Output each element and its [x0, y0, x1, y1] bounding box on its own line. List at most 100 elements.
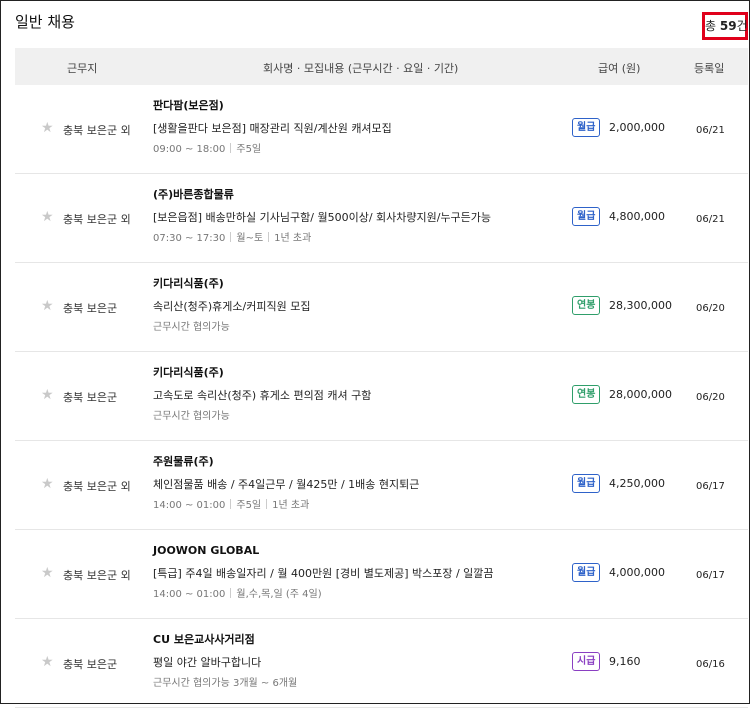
condition-item: 14:00 ~ 01:00 — [153, 500, 226, 511]
job-conditions: 09:00 ~ 18:00 주5일 — [153, 141, 573, 159]
job-description[interactable]: 체인점물품 배송 / 주4일근무 / 월425만 / 1배송 현지퇴근 — [153, 475, 573, 495]
job-list: ★ 충북 보은군 외 판다팜(보은점) [생활을판다 보은점] 매장관리 직원/… — [15, 85, 748, 708]
total-prefix: 총 — [705, 19, 720, 33]
job-conditions: 근무시간 협의가능 — [153, 408, 573, 426]
job-info: (주)바른종합물류 [보은읍점] 배송만하실 기사님구함/ 월500이상/ 회사… — [153, 186, 573, 248]
job-location: 충북 보은군 외 — [63, 480, 131, 493]
pay-amount: 28,000,000 — [609, 388, 672, 401]
job-info: 키다리식품(주) 속리산(청주)휴게소/커피직원 모집 근무시간 협의가능 — [153, 275, 573, 337]
star-icon[interactable]: ★ — [41, 120, 54, 136]
job-conditions: 14:00 ~ 01:00 주5일 1년 초과 — [153, 497, 573, 515]
condition-item: 1년 초과 — [272, 500, 310, 511]
star-icon[interactable]: ★ — [41, 565, 54, 581]
job-location: 충북 보은군 — [63, 391, 118, 404]
pay-type-badge: 월급 — [572, 563, 601, 582]
register-date: 06/17 — [696, 570, 725, 581]
job-conditions: 07:30 ~ 17:30 월~토 1년 초과 — [153, 230, 573, 248]
condition-item: 근무시간 협의가능 — [153, 411, 230, 422]
job-description[interactable]: 평일 야간 알바구합니다 — [153, 653, 573, 673]
job-info: 키다리식품(주) 고속도로 속리산(청주) 휴게소 편의점 캐셔 구함 근무시간… — [153, 364, 573, 426]
condition-item: 주5일 — [236, 500, 262, 511]
pay-type-badge: 시급 — [572, 652, 601, 671]
register-date: 06/16 — [696, 659, 725, 670]
condition-item: 월,수,목,일 (주 4일) — [236, 589, 322, 600]
column-header-location: 근무지 — [67, 62, 98, 75]
pay-amount: 4,250,000 — [609, 477, 665, 490]
company-name[interactable]: (주)바른종합물류 — [153, 186, 573, 204]
column-header-date: 등록일 — [694, 62, 725, 75]
job-conditions: 근무시간 협의가능 — [153, 319, 573, 337]
pay-type-badge: 연봉 — [572, 385, 601, 404]
job-description[interactable]: [보은읍점] 배송만하실 기사님구함/ 월500이상/ 회사차량지원/누구든가능 — [153, 208, 573, 228]
company-name[interactable]: JOOWON GLOBAL — [153, 542, 573, 560]
company-name[interactable]: 키다리식품(주) — [153, 275, 573, 293]
condition-separator — [230, 232, 232, 242]
condition-separator — [268, 232, 270, 242]
page-frame: 일반 채용 총 59건 근무지 회사명 · 모집내용 (근무시간 · 요일 · … — [0, 0, 750, 708]
register-date: 06/17 — [696, 481, 725, 492]
job-row[interactable]: ★ 충북 보은군 외 판다팜(보은점) [생활을판다 보은점] 매장관리 직원/… — [15, 85, 748, 174]
condition-item: 14:00 ~ 01:00 — [153, 589, 226, 600]
job-location: 충북 보은군 — [63, 658, 118, 671]
job-conditions: 14:00 ~ 01:00 월,수,목,일 (주 4일) — [153, 586, 573, 604]
job-info: 판다팜(보은점) [생활을판다 보은점] 매장관리 직원/계산원 캐셔모집 09… — [153, 97, 573, 159]
job-description[interactable]: [특급] 주4일 배송일자리 / 월 400만원 [경비 별도제공] 박스포장 … — [153, 564, 573, 584]
star-icon[interactable]: ★ — [41, 298, 54, 314]
company-name[interactable]: 주원물류(주) — [153, 453, 573, 471]
condition-item: 근무시간 협의가능 3개월 ~ 6개월 — [153, 678, 298, 689]
company-name[interactable]: 판다팜(보은점) — [153, 97, 573, 115]
register-date: 06/21 — [696, 125, 725, 136]
condition-item: 근무시간 협의가능 — [153, 322, 230, 333]
company-name[interactable]: CU 보은교사사거리점 — [153, 631, 573, 649]
pay-type-badge: 월급 — [572, 474, 601, 493]
star-icon[interactable]: ★ — [41, 209, 54, 225]
condition-separator — [266, 499, 268, 509]
job-row[interactable]: ★ 충북 보은군 외 JOOWON GLOBAL [특급] 주4일 배송일자리 … — [15, 530, 748, 619]
job-location: 충북 보은군 — [63, 302, 118, 315]
register-date: 06/20 — [696, 303, 725, 314]
section-title: 일반 채용 — [15, 13, 75, 31]
job-description[interactable]: 고속도로 속리산(청주) 휴게소 편의점 캐셔 구함 — [153, 386, 573, 406]
condition-item: 1년 초과 — [274, 233, 312, 244]
pay-amount: 2,000,000 — [609, 121, 665, 134]
condition-item: 07:30 ~ 17:30 — [153, 233, 226, 244]
total-count: 59 — [719, 19, 737, 33]
job-location: 충북 보은군 외 — [63, 124, 131, 137]
star-icon[interactable]: ★ — [41, 476, 54, 492]
job-row[interactable]: ★ 충북 보은군 키다리식품(주) 고속도로 속리산(청주) 휴게소 편의점 캐… — [15, 352, 748, 441]
pay-amount: 4,000,000 — [609, 566, 665, 579]
pay-amount: 28,300,000 — [609, 299, 672, 312]
job-description[interactable]: [생활을판다 보은점] 매장관리 직원/계산원 캐셔모집 — [153, 119, 573, 139]
pay-type-badge: 월급 — [572, 118, 601, 137]
pay-amount: 9,160 — [609, 655, 641, 668]
total-suffix: 건 — [736, 19, 748, 33]
job-row[interactable]: ★ 충북 보은군 CU 보은교사사거리점 평일 야간 알바구합니다 근무시간 협… — [15, 619, 748, 708]
section-header: 일반 채용 총 59건 — [1, 1, 750, 48]
job-location: 충북 보은군 외 — [63, 569, 131, 582]
job-conditions: 근무시간 협의가능 3개월 ~ 6개월 — [153, 675, 573, 693]
star-icon[interactable]: ★ — [41, 654, 54, 670]
condition-item: 09:00 ~ 18:00 — [153, 144, 226, 155]
job-info: 주원물류(주) 체인점물품 배송 / 주4일근무 / 월425만 / 1배송 현… — [153, 453, 573, 515]
job-location: 충북 보은군 외 — [63, 213, 131, 226]
job-row[interactable]: ★ 충북 보은군 키다리식품(주) 속리산(청주)휴게소/커피직원 모집 근무시… — [15, 263, 748, 352]
job-info: JOOWON GLOBAL [특급] 주4일 배송일자리 / 월 400만원 [… — [153, 542, 573, 604]
job-description[interactable]: 속리산(청주)휴게소/커피직원 모집 — [153, 297, 573, 317]
pay-type-badge: 월급 — [572, 207, 601, 226]
star-icon[interactable]: ★ — [41, 387, 54, 403]
pay-amount: 4,800,000 — [609, 210, 665, 223]
condition-separator — [230, 143, 232, 153]
register-date: 06/20 — [696, 392, 725, 403]
total-count-box: 총 59건 — [702, 12, 748, 40]
job-row[interactable]: ★ 충북 보은군 외 (주)바른종합물류 [보은읍점] 배송만하실 기사님구함/… — [15, 174, 748, 263]
condition-item: 월~토 — [236, 233, 264, 244]
job-info: CU 보은교사사거리점 평일 야간 알바구합니다 근무시간 협의가능 3개월 ~… — [153, 631, 573, 693]
company-name[interactable]: 키다리식품(주) — [153, 364, 573, 382]
pay-type-badge: 연봉 — [572, 296, 601, 315]
column-header-job: 회사명 · 모집내용 (근무시간 · 요일 · 기간) — [263, 62, 459, 75]
job-row[interactable]: ★ 충북 보은군 외 주원물류(주) 체인점물품 배송 / 주4일근무 / 월4… — [15, 441, 748, 530]
table-header: 근무지 회사명 · 모집내용 (근무시간 · 요일 · 기간) 급여 (원) 등… — [15, 48, 748, 85]
condition-separator — [230, 499, 232, 509]
register-date: 06/21 — [696, 214, 725, 225]
condition-item: 주5일 — [236, 144, 262, 155]
